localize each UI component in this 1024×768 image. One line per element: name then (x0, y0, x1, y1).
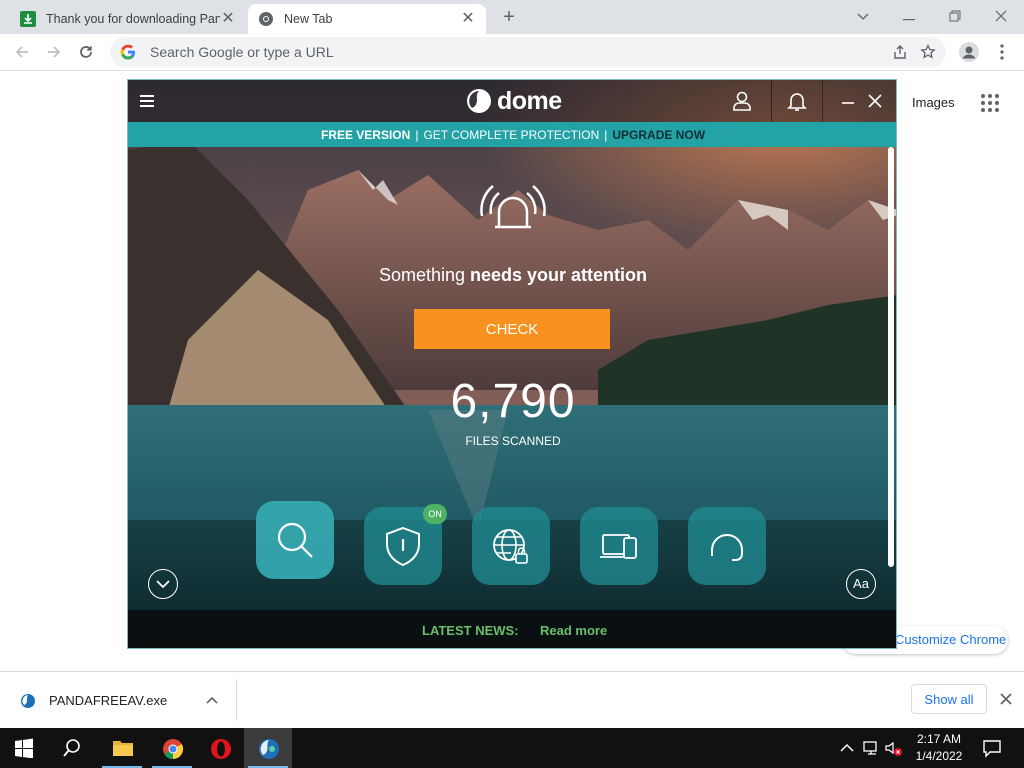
new-tab-button[interactable]: + (498, 6, 520, 28)
alarm-siren-icon (480, 185, 546, 229)
check-button[interactable]: CHECK (414, 309, 610, 349)
status-prefix: Something (378, 265, 465, 285)
menu-hamburger-icon[interactable] (140, 92, 158, 110)
opera-icon (211, 739, 231, 759)
back-button[interactable] (11, 41, 33, 63)
upgrade-banner: FREE VERSION | GET COMPLETE PROTECTION |… (128, 122, 896, 147)
logo-text: dome (497, 86, 562, 115)
tab-strip: Thank you for downloading Pand ✕ New Tab… (0, 0, 1024, 34)
free-version-label: FREE VERSION (320, 127, 411, 142)
taskbar-search-button[interactable] (48, 728, 96, 768)
action-center-icon[interactable] (982, 738, 1002, 758)
taskbar-chrome[interactable] (148, 728, 196, 768)
chevron-down-icon (156, 580, 170, 589)
close-icon[interactable] (863, 89, 887, 113)
browser-menu-icon[interactable] (991, 41, 1013, 63)
bookmark-star-icon[interactable] (920, 44, 936, 60)
network-icon[interactable] (862, 739, 880, 757)
support-module-button[interactable] (688, 507, 766, 585)
reload-button[interactable] (75, 41, 97, 63)
files-scanned-label: FILES SCANNED (465, 434, 561, 448)
latest-news-label: LATEST NEWS: (422, 623, 519, 638)
tab-thank-you[interactable]: Thank you for downloading Pand ✕ (10, 4, 246, 34)
chevron-up-icon[interactable] (204, 692, 220, 708)
get-protection-label: GET COMPLETE PROTECTION (423, 127, 600, 142)
share-icon[interactable] (892, 44, 908, 60)
show-hidden-icons-chevron-icon[interactable] (838, 739, 856, 757)
forward-button[interactable] (43, 41, 65, 63)
expand-down-button[interactable] (148, 569, 178, 599)
headset-icon (711, 534, 743, 561)
taskbar-file-explorer[interactable] (98, 728, 146, 768)
banner-separator: | (415, 127, 419, 142)
panda-dome-icon (259, 739, 279, 759)
files-scanned-count: 6,790 (450, 375, 576, 428)
scrollbar[interactable] (888, 147, 894, 567)
dome-titlebar: dome (128, 80, 896, 122)
shield-icon (386, 526, 420, 567)
system-clock[interactable]: 2:17 AM 1/4/2022 (906, 731, 972, 765)
chrome-icon (163, 739, 184, 760)
google-apps-icon[interactable] (980, 93, 1000, 113)
google-g-icon (120, 44, 135, 60)
start-icon (15, 738, 33, 758)
taskbar-panda-dome[interactable] (244, 728, 292, 768)
chrome-favicon-icon (259, 12, 273, 26)
text-size-button[interactable]: Aa (846, 569, 876, 599)
close-window-button[interactable] (988, 5, 1014, 27)
titlebar-divider (822, 80, 823, 122)
tab-close-icon[interactable]: ✕ (220, 11, 236, 27)
taskbar-opera[interactable] (196, 728, 244, 768)
download-shelf: PANDAFREEAV.exe Show all (0, 671, 1024, 728)
search-icon (277, 522, 313, 558)
close-shelf-icon[interactable] (998, 691, 1014, 707)
tab-title: New Tab (284, 12, 333, 26)
news-bar: LATEST NEWS: Read more (128, 610, 896, 648)
panda-dome-window: dome FREE VERSION | GET COMPLETE PROTECT… (127, 79, 897, 649)
scan-module-button[interactable] (256, 501, 334, 579)
volume-muted-icon[interactable] (884, 739, 902, 757)
panda-file-icon (21, 694, 35, 708)
minimize-window-button[interactable] (896, 5, 922, 27)
file-explorer-icon (113, 741, 133, 756)
clock-time: 2:17 AM (916, 732, 962, 746)
search-icon (63, 739, 80, 757)
panda-dome-logo: dome (466, 86, 562, 116)
globe-lock-icon (493, 529, 528, 564)
omnibox-input[interactable] (150, 44, 892, 60)
tab-search-chevron-icon[interactable] (850, 5, 876, 27)
tab-close-icon[interactable]: ✕ (460, 11, 476, 27)
shelf-divider (236, 679, 237, 721)
read-more-link[interactable]: Read more (540, 623, 607, 638)
account-user-icon[interactable] (730, 89, 754, 113)
banner-separator: | (604, 127, 608, 142)
download-page-favicon-icon (20, 11, 36, 27)
status-emphasis: needs your attention (470, 265, 648, 285)
clock-date: 1/4/2022 (915, 749, 963, 763)
panda-logo-icon (467, 89, 491, 113)
upgrade-now-link[interactable]: UPGRADE NOW (612, 128, 705, 142)
devices-module-button[interactable] (580, 507, 658, 585)
devices-icon (600, 534, 637, 559)
minimize-icon[interactable] (836, 89, 860, 113)
tab-new-tab[interactable]: New Tab ✕ (248, 4, 486, 34)
browser-toolbar (0, 34, 1024, 71)
antivirus-on-badge: ON (423, 504, 447, 524)
web-protection-module-button[interactable] (472, 507, 550, 585)
show-all-button[interactable]: Show all (911, 684, 987, 714)
images-link[interactable]: Images (912, 95, 955, 110)
profile-avatar[interactable] (958, 41, 980, 63)
status-message: Something needs your attention (128, 265, 896, 286)
notifications-bell-icon[interactable] (785, 89, 809, 113)
start-button[interactable] (0, 728, 48, 768)
tab-title: Thank you for downloading Pand (46, 12, 220, 26)
windows-taskbar: 2:17 AM 1/4/2022 (0, 728, 1024, 768)
restore-window-button[interactable] (942, 5, 968, 27)
titlebar-divider (771, 80, 772, 122)
omnibox[interactable] (110, 37, 946, 67)
download-file-name[interactable]: PANDAFREEAV.exe (49, 693, 167, 708)
